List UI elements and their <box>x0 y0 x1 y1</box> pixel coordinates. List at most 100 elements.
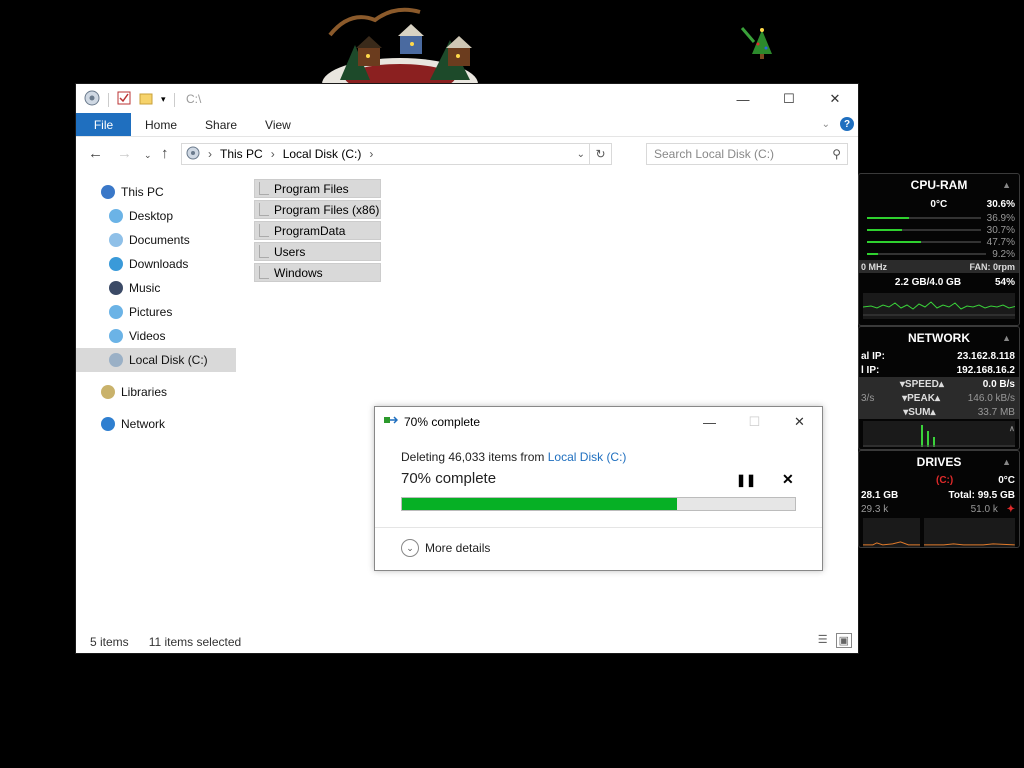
large-icons-view-icon[interactable]: ▣ <box>835 633 852 648</box>
close-button[interactable]: ✕ <box>812 84 858 114</box>
nav-item-documents[interactable]: Documents <box>76 228 246 252</box>
ribbon-tabs: File Home Share View ⌄ ? <box>76 113 858 137</box>
navigation-pane: This PC Desktop Documents Downloads Music Pic… <box>76 180 246 436</box>
collapse-icon[interactable]: ▲ <box>1002 327 1011 349</box>
gadget-header: NETWORK ▲ <box>859 327 1019 349</box>
cpu-core-usage: 9.2% <box>992 248 1015 260</box>
maximize-button[interactable]: ☐ <box>766 84 812 114</box>
cpu-frequency: 0 MHz <box>861 261 888 272</box>
nav-item-music[interactable]: Music <box>76 276 246 300</box>
nav-item-label: Documents <box>129 233 190 247</box>
collapse-icon[interactable]: ▲ <box>1002 174 1011 196</box>
source-location-link[interactable]: Local Disk (C:) <box>548 450 627 464</box>
drive-write: 51.0 k <box>970 503 998 515</box>
drive-letter: (C:) <box>935 475 954 486</box>
nav-item-this-pc[interactable]: This PC <box>76 180 246 204</box>
tab-file[interactable]: File <box>76 113 131 136</box>
collapse-icon[interactable]: ▲ <box>1002 451 1011 473</box>
external-ip-label: al IP: <box>861 350 885 362</box>
progress-percentage: 70% complete <box>401 470 497 487</box>
cpu-summary-row: 0°C 30.6% <box>859 196 1019 212</box>
tab-view[interactable]: View <box>251 113 305 136</box>
toolbar-separator <box>108 92 109 107</box>
tab-share[interactable]: Share <box>191 113 251 136</box>
file-item[interactable]: Program Files (x86) <box>254 200 381 219</box>
nav-item-libraries[interactable]: Libraries <box>76 380 246 404</box>
nav-item-local-disk-c[interactable]: Local Disk (C:) <box>76 348 236 372</box>
downloads-icon <box>109 257 123 271</box>
recent-locations-icon[interactable]: ⌄ <box>144 150 152 161</box>
nav-item-label: Videos <box>129 329 166 343</box>
progress-bar-fill <box>402 498 678 510</box>
network-history-chart: ∧ <box>863 421 1015 447</box>
cpu-total-usage: 30.6% <box>986 198 1015 210</box>
folder-icon <box>259 266 269 279</box>
details-view-icon[interactable]: ☰ <box>818 633 828 648</box>
up-arrow-icon[interactable]: ↑ <box>161 145 169 162</box>
quick-access-toolbar: ▾ <box>84 90 175 109</box>
file-item-label: Windows <box>274 265 323 280</box>
refresh-icon[interactable]: ↻ <box>589 144 611 164</box>
nav-item-network[interactable]: Network <box>76 412 246 436</box>
drive-icon <box>186 146 200 163</box>
breadcrumb-separator-icon: › <box>270 147 275 161</box>
new-folder-icon[interactable] <box>139 91 153 108</box>
search-placeholder: Search Local Disk (C:) <box>654 147 775 161</box>
sum-row: ▾SUM▴ 33.7 MB <box>859 405 1019 419</box>
pause-icon[interactable]: ❚❚ <box>736 473 756 487</box>
cpu-core-bar-fill <box>867 241 922 243</box>
customize-toolbar-dropdown-icon[interactable]: ▾ <box>161 94 166 105</box>
dialog-minimize-button[interactable]: — <box>687 407 732 437</box>
drive-capacity-row: 28.1 GB Total: 99.5 GB <box>859 488 1019 502</box>
breadcrumb-this-pc[interactable]: This PC <box>220 147 263 161</box>
expand-ribbon-icon[interactable]: ⌄ <box>822 119 830 130</box>
network-gadget: NETWORK ▲ al IP: 23.162.8.118 l IP: 192.… <box>858 326 1020 450</box>
view-switcher: ☰ ▣ <box>818 633 852 648</box>
search-icon[interactable]: ⚲ <box>832 147 841 161</box>
speed-row: ▾SPEED▴ 0.0 B/s <box>859 377 1019 391</box>
search-input[interactable]: Search Local Disk (C:) ⚲ <box>646 143 848 165</box>
ribbon-right-controls: ⌄ ? <box>822 117 854 131</box>
more-details-button[interactable]: ⌄ More details <box>401 539 490 557</box>
cpu-core-bar <box>867 217 981 219</box>
breadcrumb-separator-icon: › <box>208 147 212 161</box>
help-icon[interactable]: ? <box>840 117 854 131</box>
nav-item-downloads[interactable]: Downloads <box>76 252 246 276</box>
nav-item-desktop[interactable]: Desktop <box>76 204 246 228</box>
dialog-title: 70% complete <box>404 415 481 429</box>
dialog-close-button[interactable]: ✕ <box>777 407 822 437</box>
cpu-core-row: 30.7% <box>859 224 1019 236</box>
ram-percentage: 54% <box>994 276 1015 288</box>
file-item[interactable]: Program Files <box>254 179 381 198</box>
nav-item-videos[interactable]: Videos <box>76 324 246 348</box>
speed-value: 0.0 B/s <box>982 378 1015 390</box>
minimize-button[interactable]: — <box>720 84 766 114</box>
address-dropdown-icon[interactable]: ⌄ <box>577 149 585 160</box>
tab-home[interactable]: Home <box>131 113 191 136</box>
svg-text:∧: ∧ <box>1009 424 1015 433</box>
gadget-title: CPU-RAM <box>910 178 968 192</box>
toolbar-separator <box>173 92 175 107</box>
sum-label: ▾SUM▴ <box>903 406 936 418</box>
cancel-icon[interactable]: ✕ <box>782 471 794 488</box>
back-arrow-icon[interactable]: ← <box>88 145 103 162</box>
file-item-label: Program Files <box>274 181 349 196</box>
drive-temperature: 0°C <box>998 475 1015 486</box>
drives-gadget: DRIVES ▲ (C:) 0°C 28.1 GB Total: 99.5 GB… <box>858 450 1020 548</box>
operation-description: Deleting 46,033 items from Local Disk (C… <box>401 450 626 464</box>
peak-row: 3/s ▾PEAK▴ 146.0 kB/s <box>859 391 1019 405</box>
breadcrumb-local-disk[interactable]: Local Disk (C:) <box>283 147 362 161</box>
local-ip-row: l IP: 192.168.16.2 <box>859 363 1019 377</box>
properties-icon[interactable] <box>117 91 131 108</box>
file-item[interactable]: ProgramData <box>254 221 381 240</box>
file-item[interactable]: Windows <box>254 263 381 282</box>
nav-item-pictures[interactable]: Pictures <box>76 300 246 324</box>
cpu-temperature: 0°C <box>930 198 948 210</box>
music-icon <box>109 281 123 295</box>
external-ip-value: 23.162.8.118 <box>957 350 1015 362</box>
address-bar[interactable]: › This PC › Local Disk (C:) › ⌄ ↻ <box>181 143 612 165</box>
cpu-cores: 36.9% 30.7% 47.7% 9.2% <box>859 212 1019 260</box>
peak-label: ▾PEAK▴ <box>902 392 940 404</box>
file-item[interactable]: Users <box>254 242 381 261</box>
forward-arrow-icon[interactable]: → <box>117 145 132 162</box>
